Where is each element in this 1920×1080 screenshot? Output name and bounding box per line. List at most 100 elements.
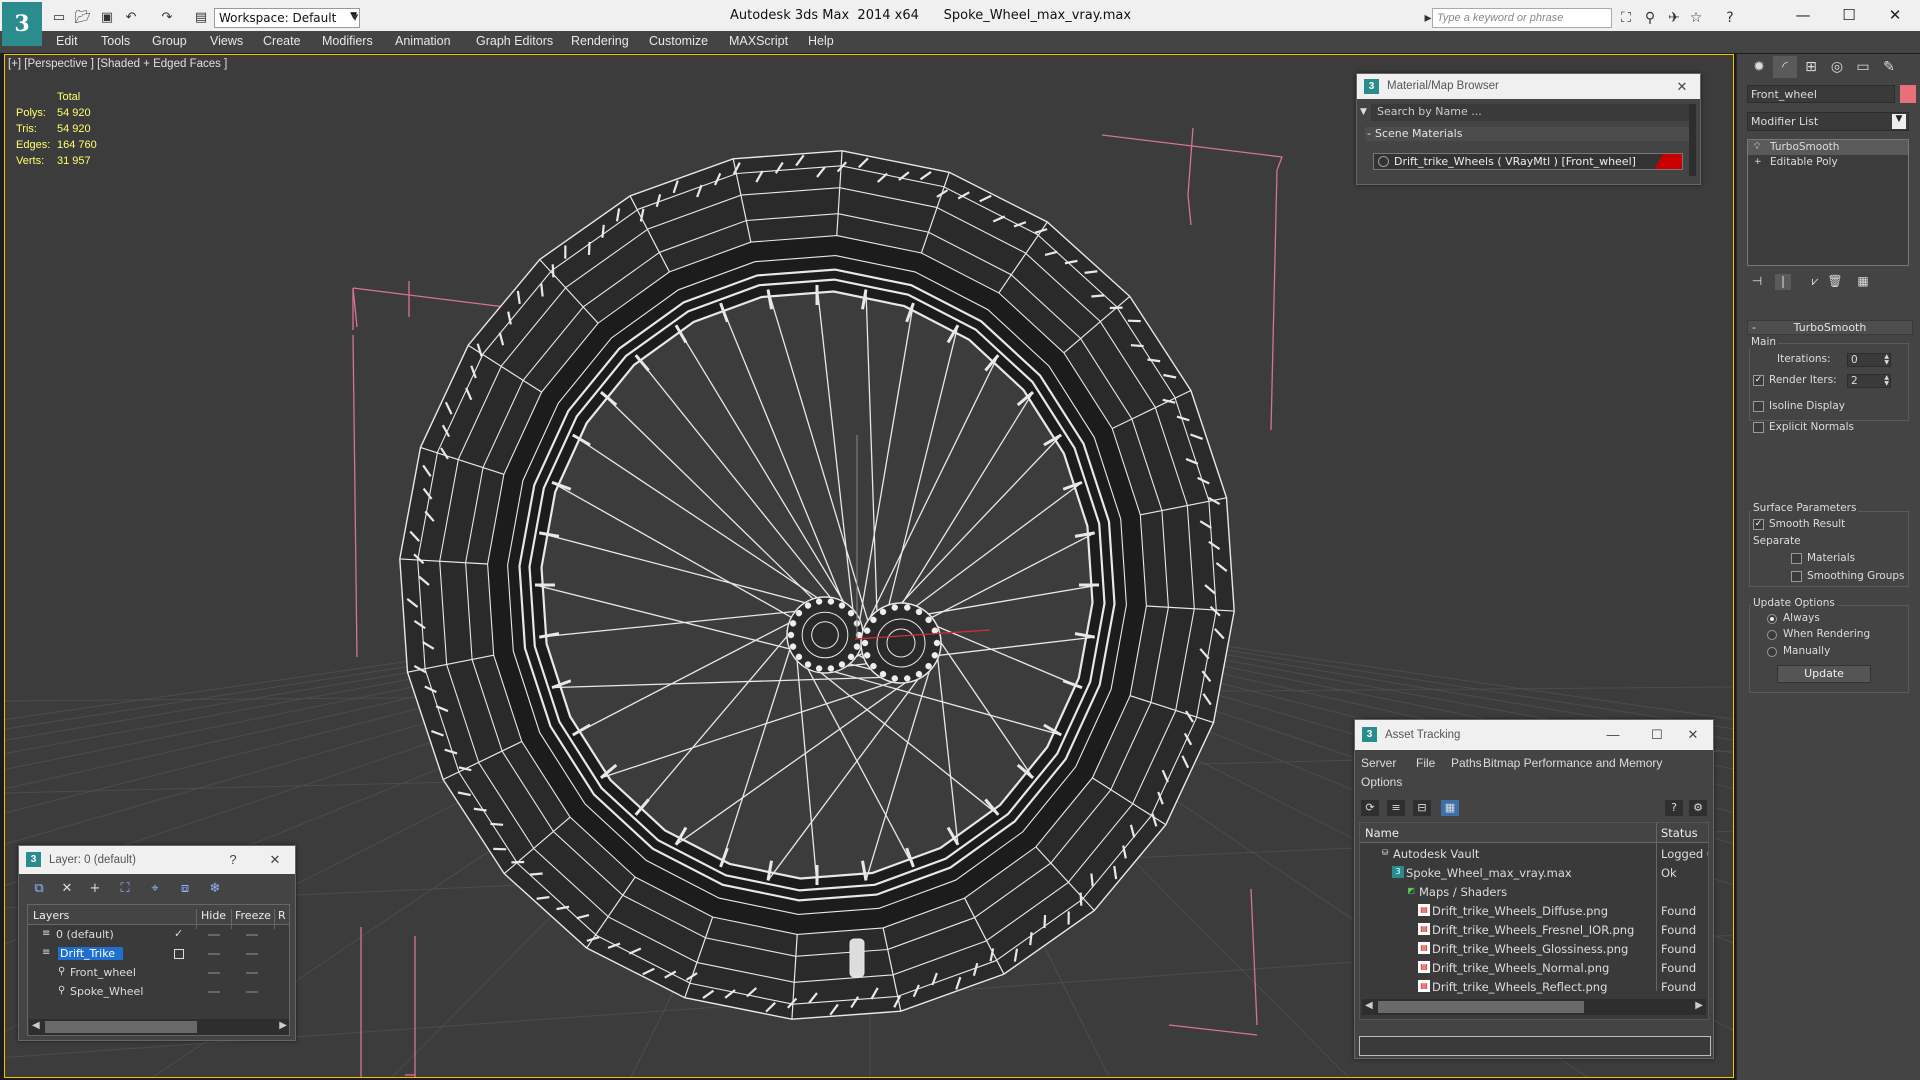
separate-smoothing-groups-checkbox[interactable]	[1791, 571, 1802, 582]
menu-group[interactable]: Group	[152, 34, 187, 48]
update-when-rendering-radio[interactable]	[1767, 630, 1777, 640]
workspace-dropdown[interactable]: Workspace: Default ▼	[214, 8, 360, 28]
asset-path-field[interactable]	[1359, 1036, 1711, 1056]
modifier-list-dropdown[interactable]: Modifier List ▼	[1747, 112, 1909, 131]
favorites-star-icon[interactable]: ☆	[1686, 8, 1706, 28]
update-button[interactable]: Update	[1777, 665, 1871, 683]
table-view-icon[interactable]: ▦	[1441, 800, 1459, 816]
hide-toggle[interactable]	[208, 953, 220, 955]
menu-customize[interactable]: Customize	[649, 34, 708, 48]
set-current-layer-icon[interactable]	[174, 949, 184, 959]
asset-menu-paths[interactable]: Paths	[1451, 756, 1482, 770]
freeze-toggle[interactable]	[246, 972, 258, 974]
object-color-swatch[interactable]	[1900, 85, 1916, 103]
asset-row[interactable]: ⛁ Autodesk Vault Logged O	[1360, 844, 1708, 863]
utilities-tab-icon[interactable]: ✎	[1877, 56, 1901, 78]
scrollbar-thumb[interactable]	[1378, 1001, 1584, 1013]
asset-menu-bitmap-performance[interactable]: Bitmap Performance and Memory	[1483, 756, 1662, 770]
material-browser-titlebar[interactable]: 3 Material/Map Browser ✕	[1357, 74, 1700, 99]
menu-maxscript[interactable]: MAXScript	[729, 34, 788, 48]
menu-animation[interactable]: Animation	[395, 34, 451, 48]
column-name[interactable]: Name	[1365, 826, 1399, 840]
scrollbar-thumb[interactable]	[45, 1021, 197, 1033]
menu-edit[interactable]: Edit	[56, 34, 78, 48]
close-icon[interactable]: ✕	[1681, 720, 1705, 750]
layer-row[interactable]: ≡ 0 (default) ✓	[28, 926, 289, 945]
minimize-icon[interactable]: —	[1601, 720, 1625, 750]
communication-center-icon[interactable]: ✈	[1664, 8, 1684, 28]
motion-tab-icon[interactable]: ◎	[1825, 56, 1849, 78]
new-file-icon[interactable]: ▭	[50, 8, 68, 26]
keyword-search-input[interactable]: Type a keyword or phrase	[1432, 8, 1612, 28]
asset-tracking-titlebar[interactable]: 3 Asset Tracking — ☐ ✕	[1355, 720, 1713, 750]
help-icon[interactable]: ?	[221, 846, 245, 874]
iterations-spinner[interactable]: 0 ▲ ▼	[1847, 353, 1891, 367]
menu-views[interactable]: Views	[210, 34, 243, 48]
smooth-result-checkbox[interactable]: ✓	[1753, 519, 1764, 530]
open-file-icon[interactable]: 📂︎	[74, 8, 92, 26]
menu-graph-editors[interactable]: Graph Editors	[476, 34, 553, 48]
layer-row[interactable]: ⚲ Spoke_Wheel	[28, 983, 289, 1002]
settings-icon[interactable]: ⚙	[1689, 800, 1707, 816]
material-item[interactable]: Drift_trike_Wheels ( VRayMtl ) [Front_wh…	[1373, 153, 1683, 170]
freeze-toggle[interactable]	[246, 991, 258, 993]
asset-table-scrollbar[interactable]: ◀ ▶	[1362, 999, 1706, 1015]
lightbulb-icon[interactable]: 💡︎	[1754, 140, 1760, 155]
configure-modifier-sets-icon[interactable]: ▦	[1855, 274, 1871, 290]
undo-icon[interactable]: ↶	[122, 8, 140, 26]
freeze-toggle[interactable]	[246, 934, 258, 936]
hierarchy-tab-icon[interactable]: ⊞	[1799, 56, 1823, 78]
minimize-window-button[interactable]: —	[1780, 0, 1826, 30]
select-objects-icon[interactable]: ⛶	[115, 880, 135, 898]
pin-stack-icon[interactable]: ⊣	[1749, 274, 1765, 290]
filter-dropdown-icon[interactable]: ▼	[1360, 107, 1367, 117]
close-icon[interactable]: ✕	[263, 846, 287, 874]
asset-row[interactable]: ▤ Drift_trike_Wheels_Diffuse.png Found	[1360, 901, 1708, 920]
menu-help[interactable]: Help	[808, 34, 834, 48]
help-icon[interactable]: ?	[1665, 800, 1683, 816]
column-freeze[interactable]: Freeze	[235, 909, 271, 922]
spinner-arrows-icon[interactable]: ▲ ▼	[1884, 354, 1889, 366]
column-render[interactable]: R	[278, 909, 286, 922]
column-hide[interactable]: Hide	[201, 909, 226, 922]
hide-toggle[interactable]	[208, 991, 220, 993]
menu-rendering[interactable]: Rendering	[571, 34, 629, 48]
asset-menu-server[interactable]: Server	[1361, 756, 1396, 770]
active-layer-check-icon[interactable]: ✓	[174, 927, 183, 940]
asset-menu-options[interactable]: Options	[1361, 775, 1402, 789]
render-iters-checkbox[interactable]: ✓	[1753, 375, 1764, 386]
isoline-display-checkbox[interactable]	[1753, 401, 1764, 412]
plus-icon[interactable]: +	[1754, 155, 1762, 170]
scene-materials-section[interactable]: - Scene Materials	[1365, 127, 1691, 141]
refresh-icon[interactable]: ⟳	[1361, 800, 1379, 816]
object-name-field[interactable]: Front_wheel	[1747, 85, 1895, 103]
maximize-icon[interactable]: ☐	[1645, 720, 1669, 750]
list-view-icon[interactable]: ≡	[1387, 800, 1405, 816]
asset-menu-file[interactable]: File	[1416, 756, 1435, 770]
close-icon[interactable]: ✕	[1670, 74, 1694, 99]
menu-create[interactable]: Create	[263, 34, 301, 48]
asset-row[interactable]: ◩ Maps / Shaders	[1360, 882, 1708, 901]
material-browser-scrollbar[interactable]	[1689, 104, 1696, 176]
scroll-left-icon[interactable]: ◀	[32, 1020, 40, 1031]
modify-tab-icon[interactable]: ◜	[1773, 56, 1797, 78]
material-search-input[interactable]: Search by Name ...	[1371, 104, 1693, 121]
maximize-window-button[interactable]: ☐	[1826, 0, 1872, 30]
freeze-all-icon[interactable]: ❄	[205, 880, 225, 898]
show-end-result-icon[interactable]: ❘	[1775, 274, 1791, 290]
viewport-label[interactable]: [+] [Perspective ] [Shaded + Edged Faces…	[8, 58, 227, 70]
project-folder-icon[interactable]: ▤	[192, 8, 210, 26]
menu-tools[interactable]: Tools	[101, 34, 130, 48]
help-icon[interactable]: ?	[1720, 8, 1740, 28]
spinner-arrows-icon[interactable]: ▲ ▼	[1884, 375, 1889, 387]
create-layer-icon[interactable]: ⧉	[29, 880, 49, 898]
separate-materials-checkbox[interactable]	[1791, 553, 1802, 564]
layer-manager-titlebar[interactable]: 3 Layer: 0 (default) ? ✕	[19, 846, 295, 874]
asset-row[interactable]: ▤ Drift_trike_Wheels_Fresnel_IOR.png Found	[1360, 920, 1708, 939]
scroll-right-icon[interactable]: ▶	[279, 1020, 287, 1031]
column-layers[interactable]: Layers	[33, 909, 69, 922]
display-tab-icon[interactable]: ▭	[1851, 56, 1875, 78]
update-manually-radio[interactable]	[1767, 647, 1777, 657]
hide-all-icon[interactable]: ⧈	[175, 880, 195, 898]
scroll-left-icon[interactable]: ◀	[1365, 1000, 1373, 1011]
